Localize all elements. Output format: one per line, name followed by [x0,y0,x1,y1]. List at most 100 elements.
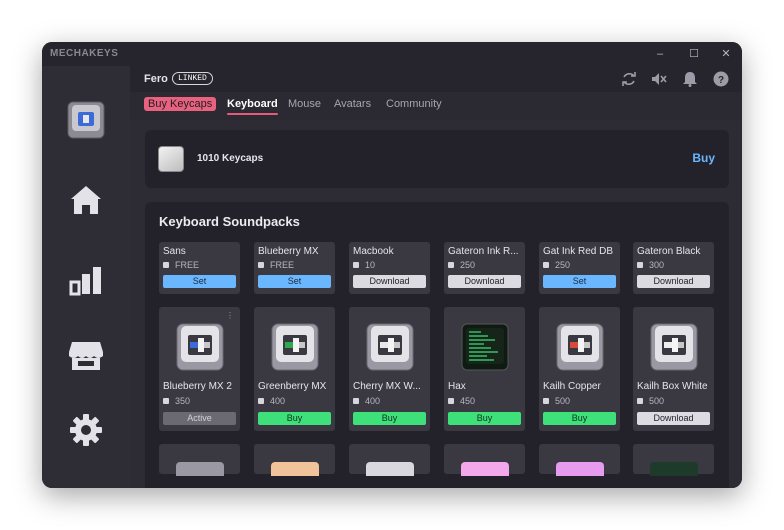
soundpack-card[interactable]: Kailh Box White 500 Download [633,307,714,431]
tab-community[interactable]: Community [386,98,442,110]
sidebar-profile-keycap[interactable] [64,98,108,142]
soundpack-card[interactable]: Hax 450 Buy [444,307,525,431]
sidebar-store[interactable] [64,334,108,378]
soundpack-card[interactable] [633,444,714,476]
soundpack-card[interactable]: Sans FREE Set [159,242,240,294]
soundpack-card[interactable]: Macbook 10 Download [349,242,430,294]
tab-buy-keycaps[interactable]: Buy Keycaps [144,97,217,111]
price-value: FREE [175,260,200,270]
soundpack-card[interactable] [349,444,430,476]
tab-mouse[interactable]: Mouse [288,98,321,110]
kailh-box-white-switch-keycap-icon [650,323,698,371]
mute-icon[interactable] [651,71,667,87]
soundpack-download-button[interactable]: Download [637,412,710,425]
soundpack-card[interactable]: Cherry MX W... 400 Buy [349,307,430,431]
close-button[interactable]: ✕ [714,45,738,63]
tab-avatars[interactable]: Avatars [334,98,371,110]
soundpack-card[interactable]: Kailh Copper 500 Buy [539,307,620,431]
soundpack-buy-button[interactable]: Buy [258,412,331,425]
soundpack-price: FREE [258,260,294,270]
soundpack-price: 10 [353,260,375,270]
keycap-coin-icon [543,398,549,404]
soundpack-price: FREE [163,260,199,270]
keycap-thumbnail [176,462,224,476]
soundpack-buy-button[interactable]: Buy [448,412,521,425]
price-value: FREE [270,260,295,270]
soundpack-card[interactable]: Gat Ink Red DB 250 Set [539,242,620,294]
soundpack-price: 400 [258,396,285,406]
soundpack-card[interactable]: Gateron Ink R... 250 Download [444,242,525,294]
hax-terminal-keycap-icon [461,323,509,371]
soundpack-download-button[interactable]: Download [353,275,426,288]
linked-badge: LINKED [172,72,213,85]
soundpack-price: 400 [353,396,380,406]
soundpack-name: Sans [163,246,186,257]
soundpack-price: 450 [448,396,475,406]
keycap-coin-icon [353,262,359,268]
store-icon [69,342,103,370]
price-value: 250 [555,260,571,270]
soundpack-name: Kailh Copper [543,381,601,392]
price-value: 500 [649,396,665,406]
tab-keyboard[interactable]: Keyboard [227,98,278,115]
bell-icon[interactable] [682,71,698,87]
soundpack-download-button[interactable]: Download [448,275,521,288]
sidebar-settings[interactable] [64,408,108,452]
price-value: 350 [175,396,191,406]
keycap-coin-icon [637,262,643,268]
soundpack-set-button[interactable]: Set [163,275,236,288]
keycap-coin-icon [163,398,169,404]
buy-keycaps-link[interactable]: Buy [692,151,715,165]
keycap-thumbnail [366,462,414,476]
sidebar [42,66,130,488]
keycap-coin-icon [448,398,454,404]
blueberry-switch-keycap-icon [176,323,224,371]
keycap-coin-icon [543,262,549,268]
greenberry-switch-keycap-icon [271,323,319,371]
soundpack-set-button[interactable]: Set [543,275,616,288]
soundpack-card[interactable]: Gateron Black 300 Download [633,242,714,294]
minimize-button[interactable]: – [648,45,672,63]
soundpack-card[interactable] [444,444,525,476]
main-content: 1010 Keycaps Buy Keyboard Soundpacks San… [130,120,742,488]
refresh-icon[interactable] [621,71,637,87]
soundpack-price: 350 [163,396,190,406]
soundpack-buy-button[interactable]: Buy [543,412,616,425]
soundpack-price: 300 [637,260,664,270]
kailh-copper-switch-keycap-icon [556,323,604,371]
soundpack-name: Macbook [353,246,394,257]
soundpack-card[interactable]: Greenberry MX 400 Buy [254,307,335,431]
keycap-coin-icon [448,262,454,268]
soundpack-price: 500 [637,396,664,406]
maximize-button[interactable]: ☐ [682,45,706,63]
soundpack-download-button[interactable]: Download [637,275,710,288]
soundpack-name: Gateron Black [637,246,701,257]
soundpack-price: 250 [448,260,475,270]
more-options-icon[interactable]: ⋮ [226,311,234,320]
price-value: 450 [460,396,476,406]
soundpack-set-button[interactable]: Set [258,275,331,288]
app-window: MECHAKEYS – ☐ ✕ Fero LINKED ? Buy Keycap… [42,42,742,488]
soundpack-price: 250 [543,260,570,270]
keycap-coin-icon [258,398,264,404]
tab-bar: Buy Keycaps Keyboard Mouse Avatars Commu… [130,92,742,120]
home-icon [71,186,101,214]
keycaps-count: 1010 Keycaps [197,153,264,164]
soundpack-card[interactable] [254,444,335,476]
soundpack-card[interactable] [539,444,620,476]
help-icon[interactable]: ? [713,71,729,87]
sidebar-stats[interactable] [64,258,108,302]
sidebar-home[interactable] [64,178,108,222]
soundpack-buy-button[interactable]: Buy [353,412,426,425]
soundpack-card[interactable] [159,444,240,476]
keycap-thumbnail [461,462,509,476]
soundpack-name: Gateron Ink R... [448,246,519,257]
soundpack-card[interactable]: Blueberry MX FREE Set [254,242,335,294]
soundpack-name: Gat Ink Red DB [543,246,614,257]
soundpack-card[interactable]: ⋮ Blueberry MX 2 350 Active [159,307,240,431]
soundpacks-panel: Keyboard Soundpacks Sans FREE Set Blueberry… [145,202,729,488]
username: Fero [144,73,168,85]
keycap-icon [158,146,184,172]
soundpack-active-button[interactable]: Active [163,412,236,425]
keycap-avatar-icon [67,101,105,139]
